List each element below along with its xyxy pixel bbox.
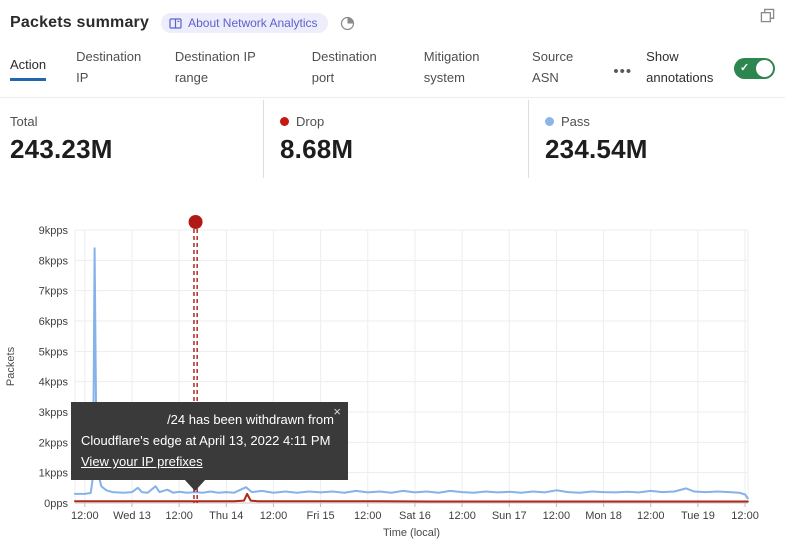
stat-label: Pass [561, 114, 590, 129]
x-tick-label: 12:00 [354, 510, 382, 522]
chart-canvas: 12:00 Wed 13 12:00 Thu 14 12:00 Fri 15 12:00 Sa… [0, 210, 785, 555]
series-line-drop [75, 494, 748, 502]
pie-chart-icon[interactable] [340, 16, 355, 31]
stat-value: 8.68M [280, 134, 528, 165]
view-ip-prefixes-link[interactable]: View your IP prefixes [81, 454, 203, 469]
tab-label: Mitigation system [424, 47, 502, 89]
restore-window-icon[interactable] [760, 8, 775, 28]
stat-total: Total 243.23M [0, 100, 263, 178]
stat-drop: Drop 8.68M [263, 100, 528, 178]
tab-label: Destination IP [76, 47, 145, 89]
tab-destination-port[interactable]: Destination port [312, 47, 394, 89]
badge-label: About Network Analytics [188, 16, 317, 30]
x-tick-label: 12:00 [260, 510, 288, 522]
y-tick-label: 7kpps [39, 286, 69, 298]
x-tick-label: 12:00 [448, 510, 476, 522]
about-network-analytics-badge[interactable]: About Network Analytics [161, 13, 327, 33]
page-title: Packets summary [10, 14, 149, 32]
tab-mitigation-system[interactable]: Mitigation system [424, 47, 502, 89]
more-tabs-button[interactable]: ••• [613, 58, 632, 79]
tab-label: Action [10, 55, 46, 82]
annotation-dot [189, 215, 203, 229]
tab-action[interactable]: Action [10, 55, 46, 82]
stat-value: 243.23M [10, 134, 263, 165]
x-tick-label: 12:00 [543, 510, 571, 522]
drop-legend-dot [280, 117, 289, 126]
pass-legend-dot [545, 117, 554, 126]
x-tick-label: Fri 15 [307, 510, 335, 522]
toggle-knob [756, 60, 773, 77]
packets-chart[interactable]: 12:00 Wed 13 12:00 Thu 14 12:00 Fri 15 12:00 Sa… [0, 210, 785, 555]
y-tick-label: 9kpps [39, 225, 69, 237]
x-tick-label: Mon 18 [585, 510, 622, 522]
stat-label: Total [10, 114, 37, 129]
y-tick-label: 6kpps [39, 316, 69, 328]
widget-header: Packets summary About Network Analytics [10, 8, 775, 38]
show-annotations-label: Show annotations [646, 47, 724, 89]
x-tick-label: Thu 14 [209, 510, 243, 522]
x-tick-label: 12:00 [637, 510, 665, 522]
stat-label: Drop [296, 114, 324, 129]
stat-pass: Pass 234.54M [528, 100, 785, 178]
header-divider [0, 97, 785, 98]
tab-label: Source ASN [532, 47, 587, 89]
tab-label: Destination IP range [175, 47, 282, 89]
x-tick-label: 12:00 [165, 510, 193, 522]
annotations-control: Show annotations ✓ [646, 47, 775, 89]
x-axis-title: Time (local) [383, 527, 440, 539]
book-icon [169, 18, 182, 29]
y-tick-label: 8kpps [39, 255, 69, 267]
tab-list: Action Destination IP Destination IP range… [10, 47, 587, 89]
y-axis-title: Packets [5, 346, 17, 386]
x-tick-label: Sat 16 [399, 510, 431, 522]
x-tick-label: 12:00 [731, 510, 759, 522]
tooltip-text-line1: /24 has been withdrawn from [81, 409, 336, 430]
tab-source-asn[interactable]: Source ASN [532, 47, 587, 89]
close-icon[interactable]: × [333, 405, 341, 418]
y-tick-label: 4kpps [39, 377, 69, 389]
tabs-row: Action Destination IP Destination IP range… [10, 42, 775, 94]
y-tick-label: 3kpps [39, 407, 69, 419]
show-annotations-toggle[interactable]: ✓ [734, 58, 775, 79]
tooltip-text-line2: Cloudflare's edge at April 13, 2022 4:11… [81, 430, 336, 451]
x-tick-label: Tue 19 [681, 510, 715, 522]
check-icon: ✓ [740, 61, 749, 74]
annotation-tooltip: × /24 has been withdrawn from Cloudflare… [71, 402, 348, 480]
y-tick-label: 1kpps [39, 468, 69, 480]
stats-row: Total 243.23M Drop 8.68M Pass 234.54M [0, 100, 785, 178]
stat-value: 234.54M [545, 134, 785, 165]
x-tick-label: 12:00 [71, 510, 99, 522]
tab-destination-ip[interactable]: Destination IP [76, 47, 145, 89]
tab-label: Destination port [312, 47, 394, 89]
y-tick-label: 5kpps [39, 346, 69, 358]
tooltip-caret [184, 479, 206, 491]
y-tick-label: 2kpps [39, 437, 69, 449]
tab-destination-ip-range[interactable]: Destination IP range [175, 47, 282, 89]
y-tick-label: 0pps [44, 498, 68, 510]
x-tick-label: Sun 17 [492, 510, 527, 522]
x-tick-label: Wed 13 [113, 510, 151, 522]
